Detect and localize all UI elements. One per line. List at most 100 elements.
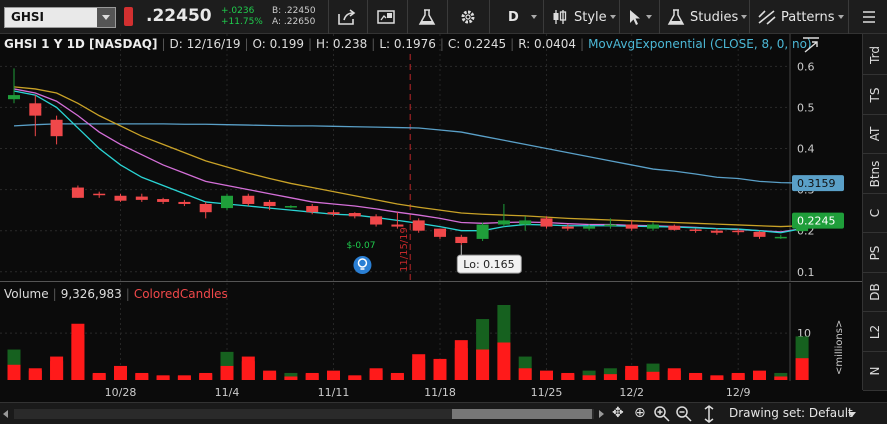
scrollbar-thumb[interactable] [452, 409, 592, 419]
time-tick-label: 12/2 [619, 386, 644, 399]
study-label-colored-candles[interactable]: ColoredCandles [134, 287, 228, 301]
right-tab-label: PS [868, 245, 882, 260]
share-icon[interactable] [336, 6, 358, 28]
collapse-icon[interactable] [800, 34, 822, 56]
volume-bar-inner [454, 348, 468, 380]
candle-body [668, 225, 681, 230]
candle-body [583, 226, 596, 229]
right-tab-trd[interactable]: Trd [863, 36, 887, 75]
candle-body [732, 230, 745, 233]
candle-body [391, 224, 404, 227]
zoom-in-icon[interactable] [653, 405, 671, 424]
price-pane[interactable]: 0.10.20.30.40.50.611/15/19Lo: 0.165$-0.0… [0, 34, 862, 282]
volume-bar-inner [284, 376, 298, 380]
volume-bar-inner [348, 376, 362, 380]
fit-vertical-icon[interactable] [700, 405, 718, 424]
price-tick-label: 0.5 [797, 101, 815, 114]
price-header: GHSI 1 Y 1D [NASDAQ] | D: 12/16/19 | O: 0.19… [4, 37, 812, 51]
symbol-input[interactable]: GHSI [4, 7, 116, 28]
scroll-right-arrow[interactable] [599, 410, 604, 418]
time-axis[interactable]: 10/28 11/4 11/11 11/18 11/25 12/2 12/9 [0, 381, 862, 402]
volume-bar-inner [476, 349, 490, 380]
study-label-ema[interactable]: MovAvgExponential (CLOSE, 8, 0, no) [588, 37, 812, 51]
right-tab-label: AT [868, 126, 882, 142]
time-tick-label: 10/28 [105, 386, 137, 399]
time-tick-label: 11/25 [531, 386, 563, 399]
volume-bar-inner [582, 375, 596, 380]
header-date: D: 12/16/19 [169, 37, 241, 51]
right-tab-l2[interactable]: L2 [863, 313, 887, 352]
candle-body [370, 216, 383, 225]
symbol-dropdown-button[interactable] [97, 8, 115, 27]
candle-body [710, 230, 723, 233]
right-tab-at[interactable]: AT [863, 115, 887, 154]
candle-body [263, 201, 276, 207]
price-tick-label: 0.6 [797, 60, 815, 73]
cursor-button[interactable] [627, 6, 652, 28]
right-side-tabs: Trd TS AT Btns C PS DB L2 N [862, 34, 887, 391]
volume-bar-inner [561, 374, 575, 380]
volume-bar-inner [327, 372, 340, 380]
candles-icon [553, 10, 567, 24]
zoom-out-icon[interactable] [675, 405, 693, 424]
chart-flag-icon[interactable] [375, 6, 397, 28]
volume-bar-inner [497, 342, 511, 380]
volume-label: Volume [4, 287, 49, 301]
candle-body [50, 119, 63, 137]
volume-bar-inner [114, 368, 127, 380]
candle-body [71, 187, 84, 198]
flask-icon[interactable] [416, 6, 438, 28]
volume-pane[interactable]: 10 <millions> Volume | 9,326,983 | ColoredCan… [0, 283, 862, 381]
price-tick-label: 0.1 [797, 266, 815, 279]
interval-button[interactable]: D [508, 6, 537, 28]
studies-button[interactable]: Studies [666, 6, 748, 28]
volume-bar-inner [135, 374, 149, 380]
volume-bar-inner [710, 376, 724, 380]
pan-arrows-icon[interactable]: ✥ [612, 405, 624, 421]
crosshair-icon[interactable]: ⊕ [634, 405, 646, 421]
candle-body [476, 224, 489, 239]
patterns-icon [758, 10, 776, 25]
candle-body [157, 199, 170, 202]
volume-bar-inner [625, 368, 639, 380]
event-line-label: 11/15/19 [399, 227, 410, 272]
chart-app: GHSI .22450 +.0236 +11.75% B: .22450 A: … [0, 0, 887, 424]
volume-bar-inner [92, 374, 106, 380]
right-tab-ps[interactable]: PS [863, 234, 887, 273]
candle-body [114, 195, 127, 201]
right-tab-label: DB [868, 283, 882, 301]
menu-icon[interactable] [862, 6, 876, 28]
right-tab-c[interactable]: C [863, 194, 887, 233]
drawing-set-selector[interactable]: Drawing set: Default [729, 406, 853, 420]
right-tab-label: L2 [868, 324, 882, 339]
volume-bar-inner [433, 363, 447, 380]
change-abs: +.0236 [221, 6, 255, 16]
link-icon[interactable] [124, 7, 133, 26]
price-chart[interactable]: 0.10.20.30.40.50.611/15/19Lo: 0.165$-0.0… [0, 34, 862, 282]
candle-body [178, 201, 191, 204]
drawing-set-caret-icon[interactable] [848, 412, 856, 417]
patterns-button[interactable]: Patterns [757, 6, 844, 28]
right-tab-n[interactable]: N [863, 352, 887, 391]
volume-bar-inner [263, 372, 277, 380]
candle-body [327, 212, 340, 215]
style-button[interactable]: Style [550, 6, 616, 28]
right-tab-label: C [868, 208, 882, 218]
right-tab-db[interactable]: DB [863, 273, 887, 312]
time-tick-label: 11/4 [215, 386, 240, 399]
price-tick-label: 0.4 [797, 143, 815, 156]
right-tab-label: Btns [868, 160, 882, 187]
gear-icon[interactable] [458, 6, 478, 28]
volume-bar-inner [518, 368, 532, 380]
right-tab-ts[interactable]: TS [863, 76, 887, 115]
volume-bar-inner [156, 376, 170, 380]
candle-body [284, 206, 297, 208]
symbol-text: GHSI [11, 10, 44, 24]
scroll-left-arrow[interactable] [3, 410, 8, 418]
candle-body [540, 218, 553, 227]
cursor-icon [630, 10, 640, 25]
header-low: L: 0.1976 [379, 37, 436, 51]
low-callout-text: Lo: 0.165 [463, 258, 514, 271]
right-tab-btns[interactable]: Btns [863, 155, 887, 194]
candle-body [242, 195, 255, 204]
